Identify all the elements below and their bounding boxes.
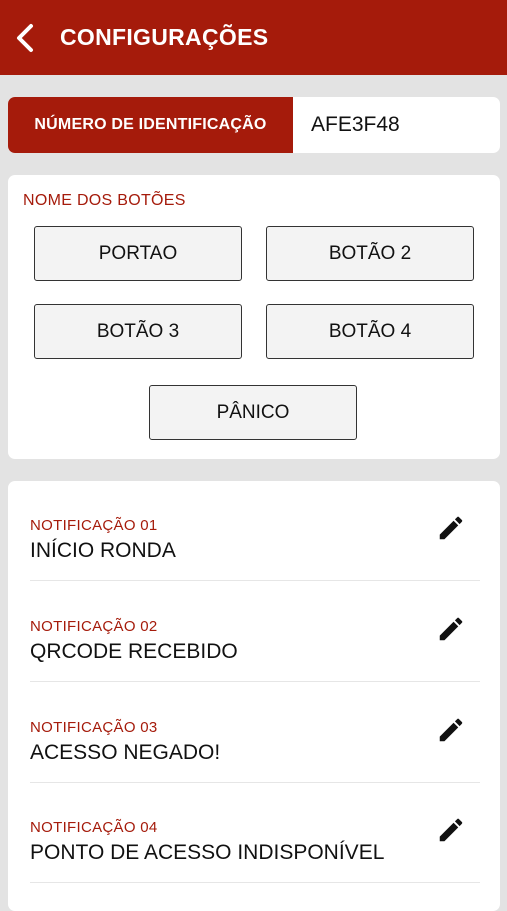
button-names-card: NOME DOS BOTÕES PORTAO BOTÃO 2 BOTÃO 3 B… (8, 175, 500, 459)
notification-label: NOTIFICAÇÃO 03 (30, 719, 158, 736)
notification-label: NOTIFICAÇÃO 02 (30, 618, 158, 635)
notification-text: INÍCIO RONDA (30, 539, 176, 562)
chevron-left-icon (17, 23, 33, 52)
back-button[interactable] (0, 0, 50, 75)
pencil-icon[interactable] (436, 715, 466, 745)
notification-text: PONTO DE ACESSO INDISPONÍVEL (30, 841, 385, 864)
pencil-icon[interactable] (436, 513, 466, 543)
page-title: CONFIGURAÇÕES (60, 24, 269, 50)
pencil-icon[interactable] (436, 815, 466, 845)
notification-item[interactable]: NOTIFICAÇÃO 01 INÍCIO RONDA (30, 481, 480, 581)
notification-item[interactable]: NOTIFICAÇÃO 03 ACESSO NEGADO! (30, 683, 480, 783)
button-name-4[interactable]: BOTÃO 4 (266, 304, 474, 359)
notifications-card: NOTIFICAÇÃO 01 INÍCIO RONDA NOTIFICAÇÃO … (8, 481, 500, 911)
app-header: CONFIGURAÇÕES (0, 0, 507, 75)
button-name-1[interactable]: PORTAO (34, 226, 242, 281)
button-names-label: NOME DOS BOTÕES (23, 192, 186, 209)
notification-item[interactable]: NOTIFICAÇÃO 02 QRCODE RECEBIDO (30, 582, 480, 682)
notification-item[interactable]: NOTIFICAÇÃO 04 PONTO DE ACESSO INDISPONÍ… (30, 783, 480, 883)
button-name-2[interactable]: BOTÃO 2 (266, 226, 474, 281)
identification-row: NÚMERO DE IDENTIFICAÇÃO AFE3F48 (8, 97, 500, 153)
button-name-3[interactable]: BOTÃO 3 (34, 304, 242, 359)
pencil-icon[interactable] (436, 614, 466, 644)
notification-label: NOTIFICAÇÃO 01 (30, 517, 158, 534)
notification-text: QRCODE RECEBIDO (30, 640, 238, 663)
notification-label: NOTIFICAÇÃO 04 (30, 819, 158, 836)
panic-button-name[interactable]: PÂNICO (149, 385, 357, 440)
identification-value[interactable]: AFE3F48 (311, 113, 400, 137)
notification-text: ACESSO NEGADO! (30, 741, 221, 764)
identification-label: NÚMERO DE IDENTIFICAÇÃO (8, 97, 293, 153)
